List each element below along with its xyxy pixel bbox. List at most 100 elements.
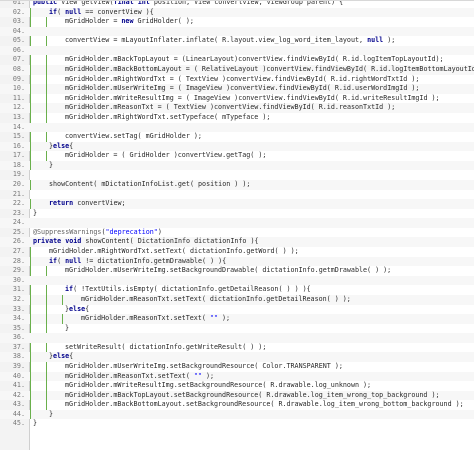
code-line: 23.} (0, 209, 474, 219)
indent-guide (46, 103, 47, 113)
line-number: 39. (12, 361, 25, 370)
line-number: 37. (12, 342, 25, 351)
line-number: 26. (12, 237, 25, 246)
code-line: 42. mGridHolder.mBackTopLayout.setBackgro… (0, 390, 474, 401)
line-number: 27. (12, 247, 25, 256)
indent-guide (30, 381, 31, 391)
line-number: 43. (12, 400, 25, 409)
indent-guide (30, 160, 31, 171)
code-text: } (49, 160, 54, 169)
indent-guide (46, 74, 47, 85)
code-text: }else{ (65, 304, 90, 313)
code-text: } (49, 409, 54, 418)
line-number: 32. (12, 294, 25, 303)
indent-guide (30, 93, 31, 104)
code-line: 13. mGridHolder.mRightWordTxt.setTypeface… (0, 112, 474, 123)
code-text: } (65, 323, 70, 332)
code-lines: 01. public View getView(final int positio… (0, 0, 474, 429)
code-text: mGridHolder.mWriteResultImg.setBackgroun… (65, 381, 372, 390)
indent-guide (30, 352, 31, 362)
indent-guide (30, 294, 31, 305)
code-text: public View getView(final int position, … (33, 0, 344, 6)
line-number: 25. (12, 227, 25, 236)
indent-guide (46, 65, 47, 75)
line-number: 21. (12, 189, 25, 198)
code-line: 36. (0, 333, 474, 343)
code-line: 12. mGridHolder.mReasonTxt = ( TextView )… (0, 103, 474, 113)
indent-guide (30, 151, 31, 161)
line-number: 33. (12, 304, 25, 313)
line-number: 41. (12, 381, 25, 390)
code-line: 19. (0, 170, 474, 180)
code-line: 18.} (0, 160, 474, 171)
indent-guide (46, 361, 47, 372)
code-text: mGridHolder.mRightWordTxt.setText( dicta… (49, 247, 299, 256)
code-text: convertView.setTag( mGridHolder ); (65, 132, 202, 141)
indent-guide (30, 342, 31, 353)
line-number: 36. (12, 333, 25, 342)
code-line: 02. if( null == convertView ){ (0, 7, 474, 18)
code-line: 30. (0, 275, 474, 286)
indent-guide (62, 314, 63, 324)
indent-guide (30, 74, 31, 85)
indent-guide (62, 294, 63, 305)
indent-guide (30, 141, 31, 152)
code-text: } (33, 208, 38, 217)
line-number: 34. (12, 314, 25, 323)
line-number: 01. (12, 0, 25, 6)
code-line: 35.} (0, 323, 474, 334)
code-line: 21. (0, 190, 474, 200)
code-line: 31. if( !TextUtils.isEmpty( dictationInfo… (0, 285, 474, 295)
code-line: 33. }else{ (0, 304, 474, 315)
code-line: 03. mGridHolder = new GridHolder( ); (0, 17, 474, 27)
indent-guide (46, 93, 47, 104)
code-text: if( null != dictationInfo.getmDrawable( … (49, 256, 227, 265)
code-line: 05. convertView = mLayoutInflater.inflate… (0, 36, 474, 46)
line-number: 29. (12, 266, 25, 275)
indent-guide (30, 285, 31, 295)
indent-guide (46, 112, 47, 123)
indent-guide (46, 323, 47, 334)
code-line: 01. public View getView(final int positio… (0, 0, 474, 8)
line-number: 03. (12, 17, 25, 26)
line-number: 04. (12, 26, 25, 35)
indent-guide (30, 112, 31, 123)
indent-guide (30, 304, 31, 315)
code-text: mGridHolder.mUserWriteImg.setBackgroundR… (65, 361, 343, 370)
line-number: 09. (12, 74, 25, 83)
code-text: mGridHolder.mBackTopLayout.setBackground… (65, 390, 440, 399)
line-number: 38. (12, 352, 25, 361)
line-number: 12. (12, 103, 25, 112)
code-text: mGridHolder.mReasonTxt = ( TextView )con… (65, 103, 396, 112)
line-number: 13. (12, 112, 25, 121)
indent-guide (30, 199, 31, 209)
line-number: 35. (12, 323, 25, 332)
line-number: 11. (12, 93, 25, 102)
code-text: if( !TextUtils.isEmpty( dictationInfo.ge… (65, 285, 311, 294)
code-text: return convertView; (49, 199, 126, 208)
code-line: 08. mGridHolder.mBackBottomLayout = ( Rel… (0, 65, 474, 75)
indent-guide (46, 342, 47, 353)
indent-guide (30, 55, 31, 66)
indent-guide (30, 36, 31, 46)
line-number: 07. (12, 55, 25, 64)
line-number: 20. (12, 179, 25, 188)
code-line: 22. return convertView; (0, 199, 474, 209)
line-number: 30. (12, 275, 25, 284)
code-line: 06. (0, 45, 474, 56)
line-number: 06. (12, 45, 25, 54)
indent-guide (30, 409, 31, 420)
code-line: 10. mGridHolder.mUserWriteImg = ( ImageVi… (0, 84, 474, 94)
indent-guide (46, 132, 47, 142)
code-text: mGridHolder.mRightWordTxt = ( TextView )… (65, 74, 420, 83)
code-text: mGridHolder.mBackBottomLayout.setBackgro… (65, 400, 464, 409)
indent-guide (30, 103, 31, 113)
line-number: 45. (12, 419, 25, 428)
code-text: }else{ (49, 352, 74, 361)
code-text: private void showContent( DictationInfo … (33, 237, 259, 246)
indent-guide (30, 132, 31, 142)
code-line: 04. (0, 26, 474, 37)
line-number: 42. (12, 390, 25, 399)
line-number: 22. (12, 199, 25, 208)
code-line: 34. mGridHolder.mReasonTxt.setText( "" ); (0, 314, 474, 324)
